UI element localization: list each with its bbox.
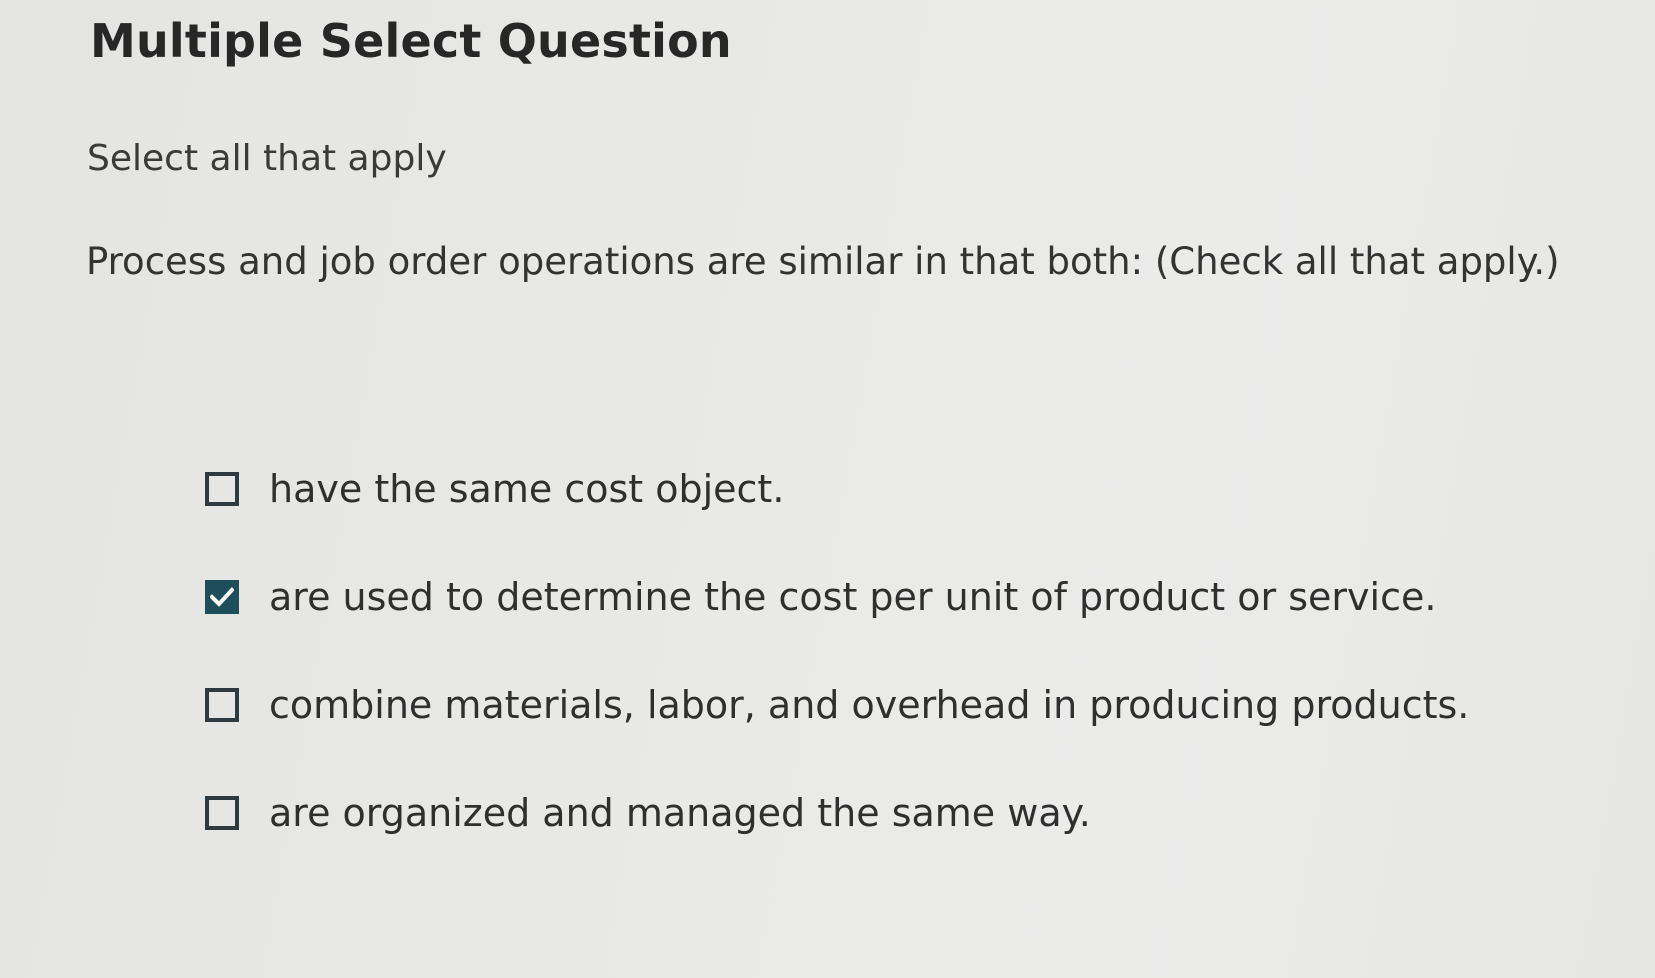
question-type-title: Multiple Select Question [90,14,732,68]
checkbox[interactable] [205,472,239,506]
answer-option-4[interactable]: are organized and managed the same way. [205,759,1605,867]
answer-option-2[interactable]: are used to determine the cost per unit … [205,543,1605,651]
question-page: Multiple Select Question Select all that… [0,0,1655,978]
checkbox[interactable] [205,580,239,614]
question-prompt: Process and job order operations are sim… [86,240,1560,283]
answer-option-1[interactable]: have the same cost object. [205,435,1605,543]
answer-option-3[interactable]: combine materials, labor, and overhead i… [205,651,1605,759]
answer-options-list: have the same cost object. are used to d… [205,455,1605,867]
answer-option-label: combine materials, labor, and overhead i… [269,683,1470,727]
answer-option-label: have the same cost object. [269,467,785,511]
answer-option-label: are used to determine the cost per unit … [269,575,1437,619]
instruction-text: Select all that apply [87,138,447,179]
checkbox[interactable] [205,796,239,830]
answer-option-label: are organized and managed the same way. [269,791,1091,835]
checkmark-icon [210,587,234,607]
checkbox[interactable] [205,688,239,722]
